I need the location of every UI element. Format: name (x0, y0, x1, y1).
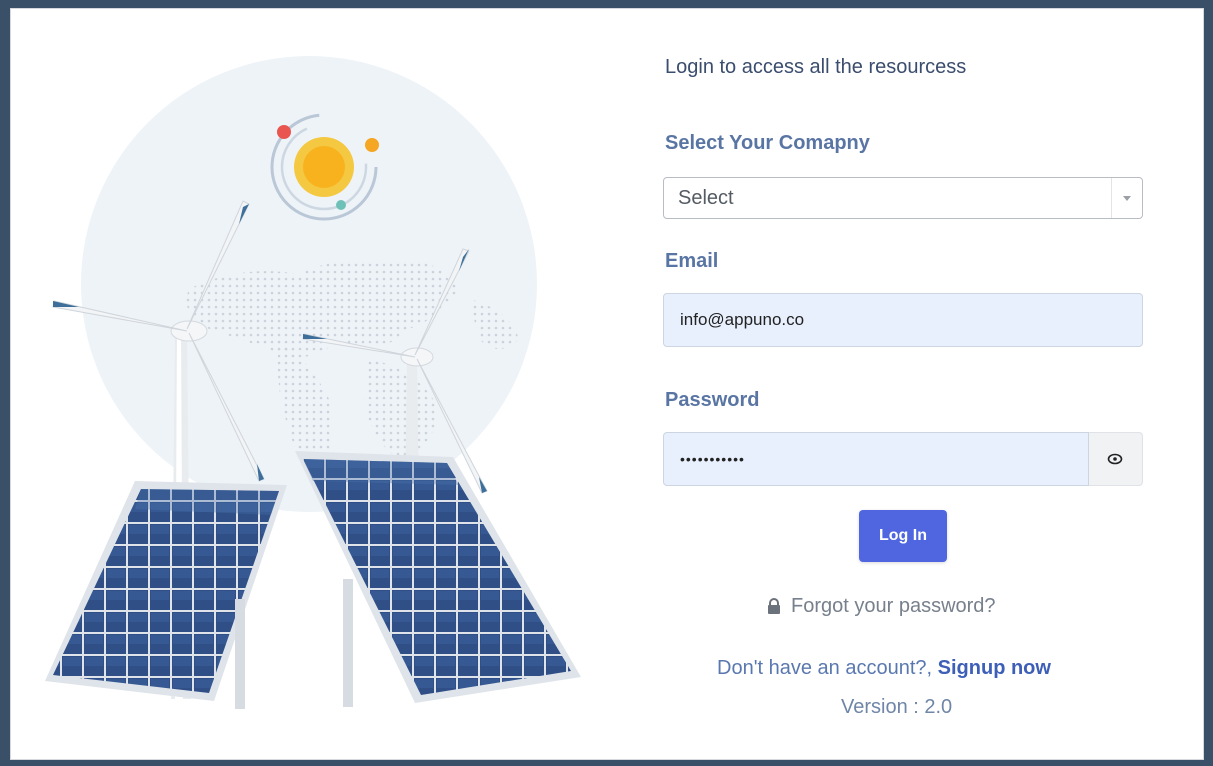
lock-icon (768, 598, 780, 614)
select-arrow-box (1111, 178, 1142, 218)
login-button[interactable]: Log In (859, 510, 947, 562)
password-label: Password (665, 389, 760, 411)
eye-icon (1107, 453, 1123, 465)
login-card: Login to access all the resourcess Selec… (10, 8, 1204, 760)
company-label: Select Your Comapny (665, 132, 870, 154)
email-label: Email (665, 250, 719, 272)
signup-link[interactable]: Signup now (938, 657, 1051, 679)
company-select[interactable]: Select (663, 177, 1143, 219)
email-field[interactable]: info@appuno.co (663, 293, 1143, 347)
show-password-toggle[interactable] (1089, 432, 1143, 486)
solar-panel-left (45, 481, 287, 709)
forgot-password-text: Forgot your password? (791, 595, 996, 617)
password-field[interactable]: ••••••••••• (663, 432, 1089, 486)
company-select-value: Select (678, 187, 734, 209)
chevron-down-icon (1123, 196, 1131, 201)
forgot-password-link[interactable]: Forgot your password? (767, 595, 996, 618)
signup-prompt-text: Don't have an account?, (717, 657, 933, 679)
version-text: Version : 2.0 (841, 696, 953, 718)
login-heading: Login to access all the resourcess (665, 56, 967, 78)
login-form: Login to access all the resourcess Selec… (663, 9, 1155, 759)
solar-wind-illustration (39, 39, 599, 709)
signup-prompt: Don't have an account?, Signup now (717, 657, 1051, 680)
solar-panel-right (295, 451, 581, 707)
